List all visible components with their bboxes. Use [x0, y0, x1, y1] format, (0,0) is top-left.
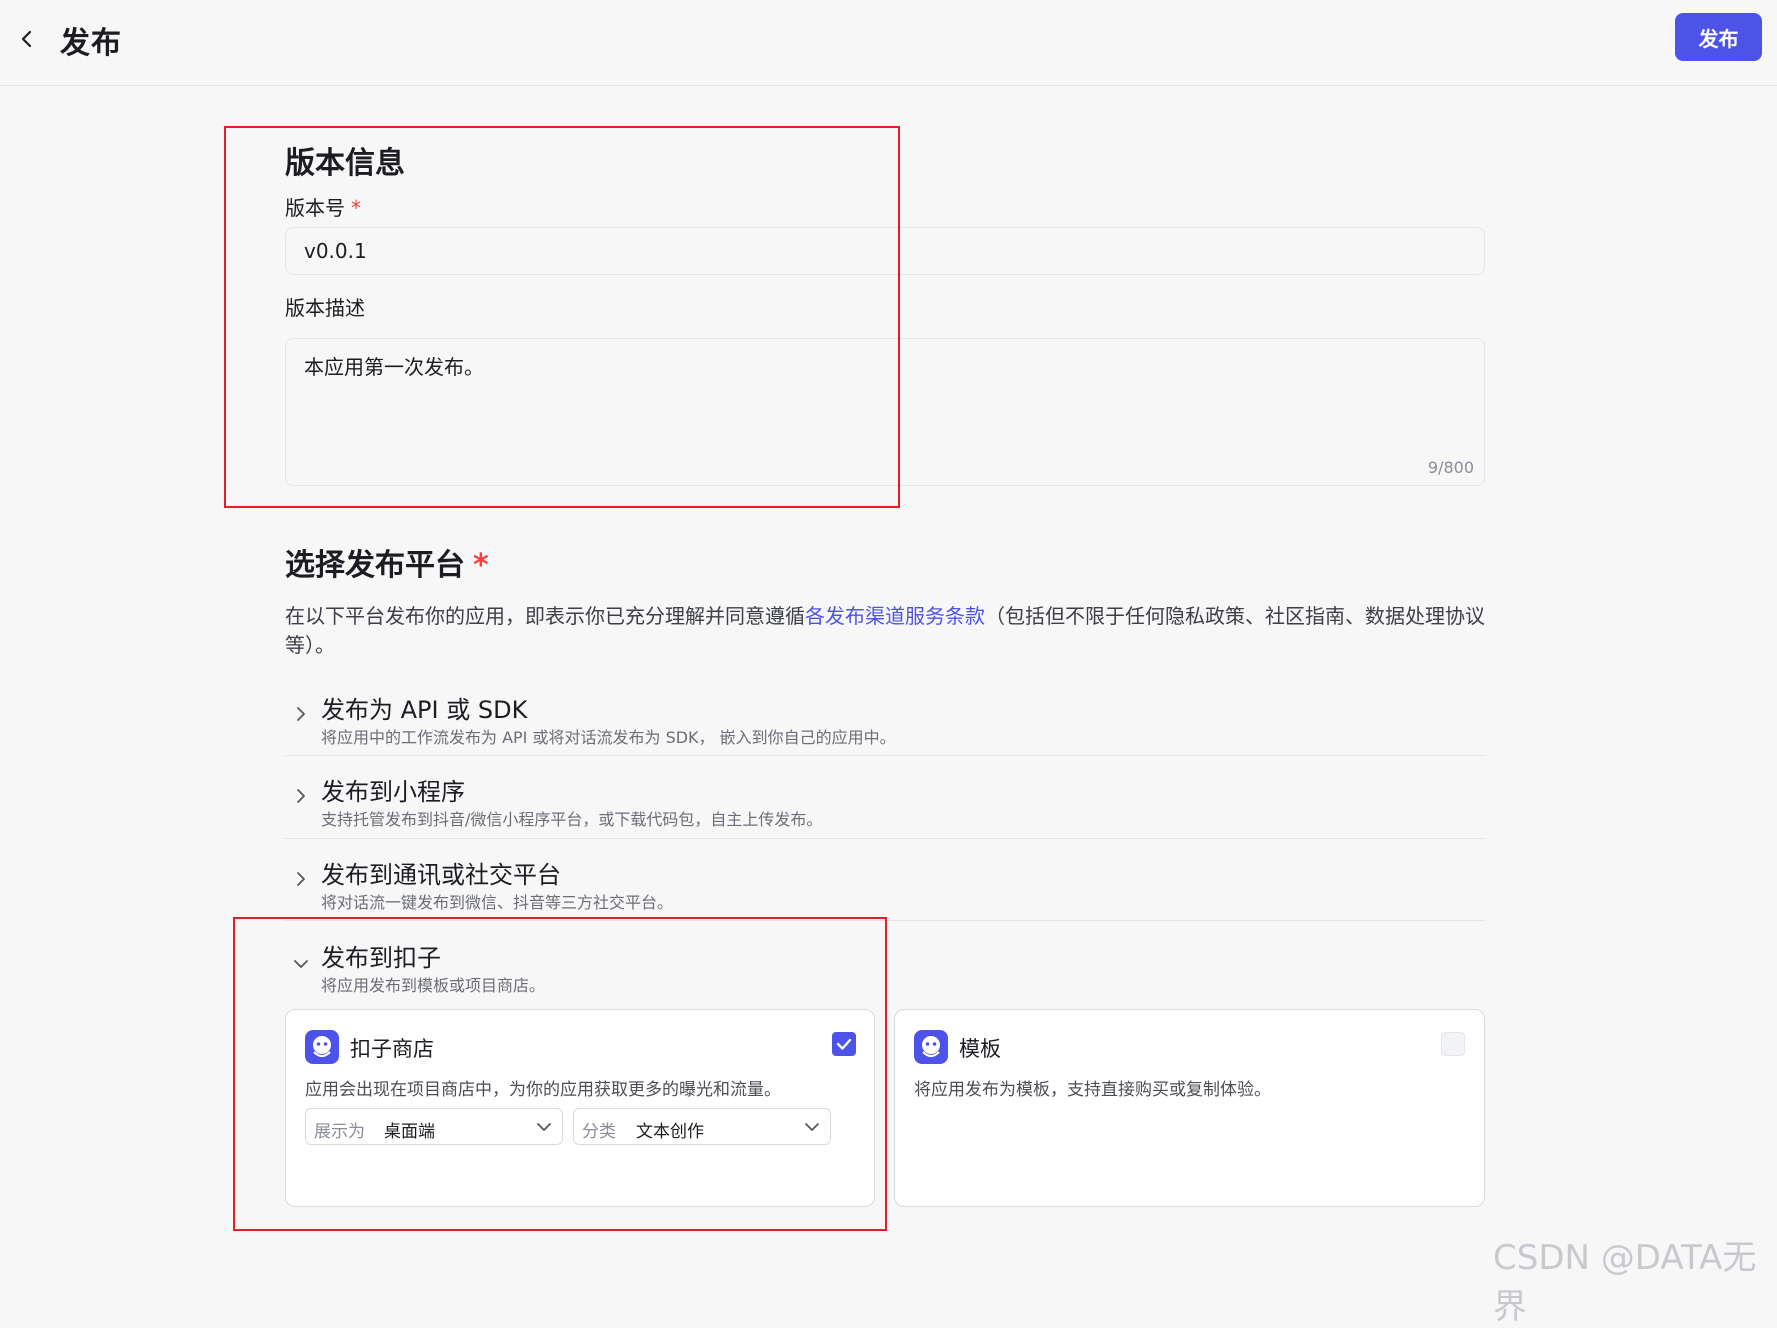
template-card-title: 模板 — [959, 1037, 1001, 1061]
collapse-subtitle: 将应用中的工作流发布为 API 或将对话流发布为 SDK， 嵌入到你自己的应用中… — [321, 728, 896, 747]
terms-link[interactable]: 各发布渠道服务条款 — [805, 604, 985, 628]
platform-description: 在以下平台发布你的应用，即表示你已充分理解并同意遵循各发布渠道服务条款（包括但不… — [285, 602, 1485, 660]
store-card-title: 扣子商店 — [350, 1037, 434, 1061]
publish-button[interactable]: 发布 — [1675, 13, 1762, 61]
collapse-title: 发布到通讯或社交平台 — [321, 861, 561, 889]
store-card[interactable]: 扣子商店 应用会出现在项目商店中，为你的应用获取更多的曝光和流量。 展示为 桌面… — [285, 1009, 875, 1207]
check-icon — [836, 1038, 852, 1050]
coze-logo-icon — [914, 1030, 948, 1064]
version-desc-field[interactable]: 本应用第一次发布。 9/800 — [285, 338, 1485, 486]
collapse-title: 发布到小程序 — [321, 778, 465, 806]
collapse-item-coze[interactable]: 发布到扣子 将应用发布到模板或项目商店。 — [285, 938, 1485, 995]
version-info-title: 版本信息 — [285, 146, 405, 181]
platform-section-title-text: 选择发布平台 — [285, 548, 465, 583]
template-card[interactable]: 模板 将应用发布为模板，支持直接购买或复制体验。 — [894, 1009, 1485, 1207]
chevron-right-icon — [297, 707, 305, 721]
divider — [285, 920, 1485, 921]
version-number-input[interactable] — [286, 228, 1484, 274]
chevron-left-icon — [21, 30, 32, 48]
back-button[interactable] — [10, 22, 44, 56]
chevron-down-icon — [537, 1123, 551, 1131]
collapse-subtitle: 支持托管发布到抖音/微信小程序平台，或下载代码包，自主上传发布。 — [321, 810, 823, 829]
display-select-value: 桌面端 — [384, 1122, 435, 1142]
coze-logo-icon — [305, 1030, 339, 1064]
display-select-label: 展示为 — [314, 1122, 365, 1142]
chevron-right-icon — [297, 872, 305, 886]
version-number-field[interactable] — [285, 227, 1485, 275]
chevron-down-icon — [294, 960, 308, 968]
collapse-item-mini-program[interactable]: 发布到小程序 支持托管发布到抖音/微信小程序平台，或下载代码包，自主上传发布。 — [285, 772, 1485, 829]
store-checkbox[interactable] — [832, 1032, 856, 1056]
collapse-item-social[interactable]: 发布到通讯或社交平台 将对话流一键发布到微信、抖音等三方社交平台。 — [285, 855, 1485, 912]
required-mark: * — [351, 196, 361, 220]
top-bar: 发布 发布 — [0, 0, 1777, 86]
chevron-down-icon — [805, 1123, 819, 1131]
collapse-subtitle: 将应用发布到模板或项目商店。 — [321, 976, 546, 995]
version-number-label-text: 版本号 — [285, 196, 345, 220]
store-card-desc: 应用会出现在项目商店中，为你的应用获取更多的曝光和流量。 — [305, 1080, 781, 1100]
category-select[interactable]: 分类 文本创作 — [573, 1108, 831, 1145]
display-select[interactable]: 展示为 桌面端 — [305, 1108, 563, 1145]
collapse-title: 发布到扣子 — [321, 944, 441, 972]
divider — [285, 755, 1485, 756]
version-desc-label: 版本描述 — [285, 296, 365, 320]
version-desc-textarea[interactable]: 本应用第一次发布。 — [286, 339, 1484, 485]
watermark: CSDN @DATA无界 — [1493, 1238, 1757, 1327]
category-select-label: 分类 — [582, 1122, 616, 1142]
template-checkbox[interactable] — [1441, 1032, 1465, 1056]
required-mark: * — [473, 548, 489, 583]
template-card-desc: 将应用发布为模板，支持直接购买或复制体验。 — [914, 1080, 1271, 1100]
collapse-item-api-sdk[interactable]: 发布为 API 或 SDK 将应用中的工作流发布为 API 或将对话流发布为 S… — [285, 690, 1485, 747]
version-number-label: 版本号 * — [285, 192, 361, 221]
char-counter: 9/800 — [1427, 458, 1474, 477]
platform-section-title: 选择发布平台 * — [285, 540, 489, 584]
chevron-right-icon — [297, 789, 305, 803]
category-select-value: 文本创作 — [636, 1122, 704, 1142]
divider — [285, 838, 1485, 839]
page-title: 发布 — [60, 26, 122, 61]
collapse-title: 发布为 API 或 SDK — [321, 696, 528, 724]
collapse-subtitle: 将对话流一键发布到微信、抖音等三方社交平台。 — [321, 893, 674, 912]
platform-desc-before: 在以下平台发布你的应用，即表示你已充分理解并同意遵循 — [285, 604, 805, 628]
